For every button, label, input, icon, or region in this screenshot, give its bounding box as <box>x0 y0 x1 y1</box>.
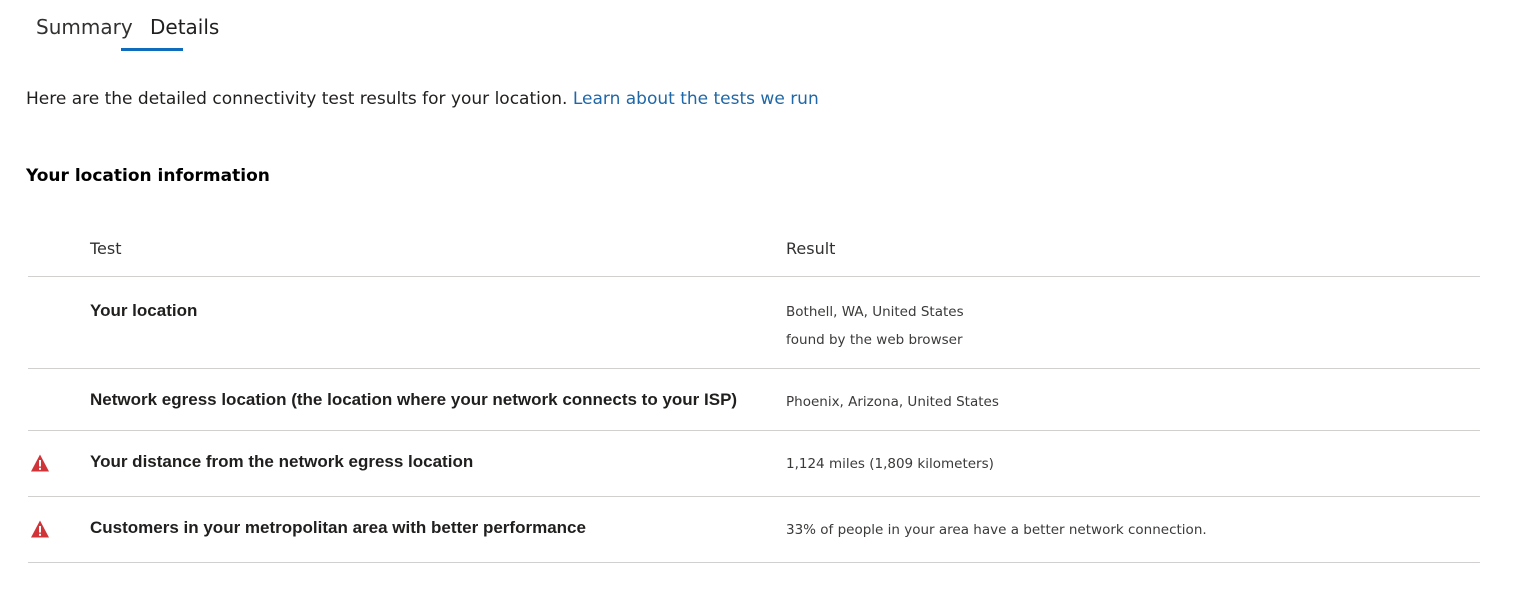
test-result: Bothell, WA, United States found by the … <box>786 298 964 354</box>
tab-details[interactable]: Details <box>150 14 219 40</box>
warning-icon <box>30 519 50 539</box>
result-line: Bothell, WA, United States <box>786 304 964 320</box>
test-name: Your location <box>90 301 198 320</box>
test-name: Your distance from the network egress lo… <box>90 452 474 471</box>
learn-about-tests-link[interactable]: Learn about the tests we run <box>573 89 819 109</box>
test-name: Customers in your metropolitan area with… <box>90 518 586 537</box>
intro-text: Here are the detailed connectivity test … <box>26 88 819 110</box>
selected-tab-indicator <box>121 48 183 51</box>
column-header-test: Test <box>90 239 122 258</box>
tab-summary[interactable]: Summary <box>36 14 133 40</box>
test-result: Phoenix, Arizona, United States <box>786 394 999 410</box>
test-result: 33% of people in your area have a better… <box>786 522 1207 538</box>
intro-description: Here are the detailed connectivity test … <box>26 89 568 109</box>
results-table: Test Result Your location Bothell, WA, U… <box>28 220 1480 563</box>
test-name: Network egress location (the location wh… <box>90 390 738 409</box>
table-row: Customers in your metropolitan area with… <box>28 497 1480 563</box>
table-header-row: Test Result <box>28 220 1480 277</box>
table-row: Your location Bothell, WA, United States… <box>28 277 1480 369</box>
table-row: Your distance from the network egress lo… <box>28 431 1480 497</box>
column-header-result: Result <box>786 239 836 258</box>
table-row: Network egress location (the location wh… <box>28 369 1480 431</box>
warning-icon <box>30 453 50 473</box>
section-title: Your location information <box>26 166 270 186</box>
result-line: found by the web browser <box>786 332 963 348</box>
test-result: 1,124 miles (1,809 kilometers) <box>786 456 994 472</box>
